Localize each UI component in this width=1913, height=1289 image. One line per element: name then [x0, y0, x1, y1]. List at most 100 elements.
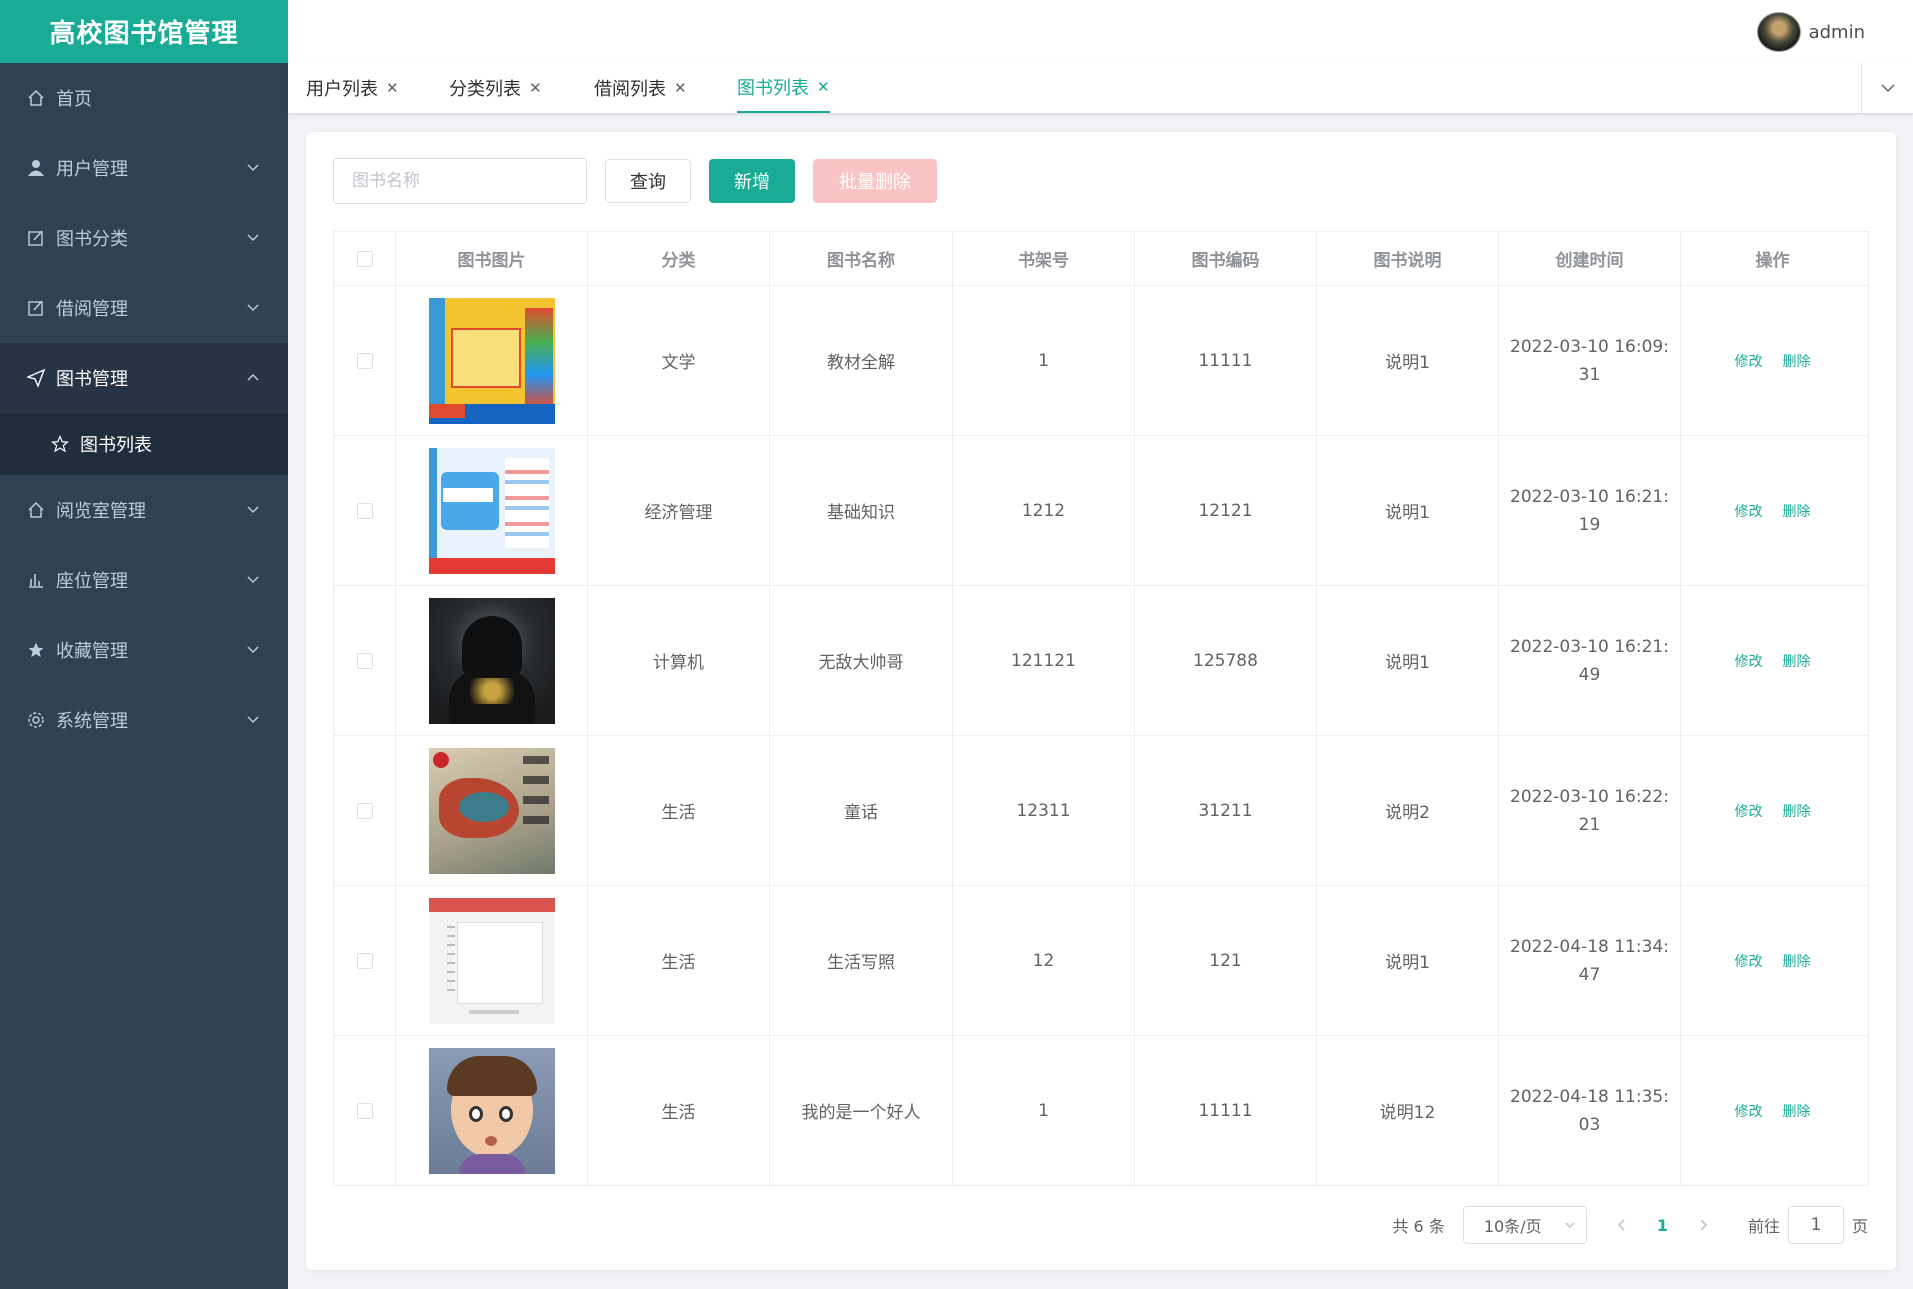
sidebar-item-home[interactable]: 首页 [0, 63, 288, 133]
table-row: 计算机 无敌大帅哥 121121 125788 说明1 2022-03-10 1… [334, 586, 1868, 736]
table-row: 生活 童话 12311 31211 说明2 2022-03-10 16:22:2… [334, 736, 1868, 886]
tab-category-list[interactable]: 分类列表 ✕ [449, 63, 542, 113]
avatar[interactable] [1756, 12, 1801, 52]
category-cell: 计算机 [588, 586, 770, 735]
sidebar-item-reading-room[interactable]: 阅览室管理 [0, 475, 288, 545]
delete-link[interactable]: 删除 [1783, 351, 1811, 371]
delete-link[interactable]: 删除 [1783, 951, 1811, 971]
delete-link[interactable]: 删除 [1783, 501, 1811, 521]
book-cover-image[interactable] [428, 297, 555, 424]
book-cover-image[interactable] [428, 747, 555, 874]
sidebar-item-borrow[interactable]: 借阅管理 [0, 273, 288, 343]
created-time: 2022-03-10 16:21:49 [1510, 636, 1669, 685]
page-size-select[interactable]: 10条/页 [1462, 1206, 1587, 1244]
sidebar-item-book-category[interactable]: 图书分类 [0, 203, 288, 273]
edit-link[interactable]: 修改 [1735, 351, 1763, 371]
select-cell [334, 586, 396, 735]
sidebar-item-seats[interactable]: 座位管理 [0, 545, 288, 615]
book-cover-image[interactable] [428, 1047, 555, 1174]
category-cell: 生活 [588, 1036, 770, 1185]
actions-cell: 修改 删除 [1681, 1036, 1864, 1185]
batch-delete-button[interactable]: 批量删除 [813, 159, 937, 203]
book-cover-image[interactable] [428, 897, 555, 1024]
sidebar-item-favorites[interactable]: 收藏管理 [0, 615, 288, 685]
created-time: 2022-03-10 16:21:19 [1510, 486, 1669, 535]
delete-link[interactable]: 删除 [1783, 801, 1811, 821]
book-cover-image[interactable] [428, 447, 555, 574]
delete-link[interactable]: 删除 [1783, 651, 1811, 671]
edit-link[interactable]: 修改 [1735, 651, 1763, 671]
close-icon[interactable]: ✕ [386, 79, 399, 97]
table-row: 生活 我的是一个好人 1 11111 说明12 2022-04-18 11:35… [334, 1036, 1868, 1186]
tab-book-list[interactable]: 图书列表 ✕ [737, 63, 830, 113]
sidebar-subitem-book-list[interactable]: 图书列表 [0, 413, 288, 475]
sidebar-item-label: 系统管理 [56, 711, 128, 732]
code-cell: 121 [1135, 886, 1317, 1035]
add-button[interactable]: 新增 [709, 159, 795, 203]
tab-user-list[interactable]: 用户列表 ✕ [306, 63, 399, 113]
book-cover-image[interactable] [428, 597, 555, 724]
tab-borrow-list[interactable]: 借阅列表 ✕ [594, 63, 687, 113]
tabs-dropdown-button[interactable] [1861, 63, 1913, 113]
book-name-cell: 无敌大帅哥 [770, 586, 953, 735]
user-icon [26, 158, 46, 178]
sidebar-subitem-label: 图书列表 [80, 435, 152, 456]
edit-link[interactable]: 修改 [1735, 501, 1763, 521]
row-checkbox[interactable] [356, 1102, 373, 1119]
header-cell: 图书图片 [396, 232, 588, 285]
sidebar-item-system[interactable]: 系统管理 [0, 685, 288, 755]
edit-link[interactable]: 修改 [1735, 1101, 1763, 1121]
category-cell: 经济管理 [588, 436, 770, 585]
sidebar-item-label: 图书分类 [56, 229, 128, 250]
code-cell: 31211 [1135, 736, 1317, 885]
code-cell: 125788 [1135, 586, 1317, 735]
created-time: 2022-04-18 11:34:47 [1510, 936, 1669, 985]
goto-page-input[interactable] [1787, 1206, 1844, 1244]
chevron-down-icon [1880, 84, 1895, 93]
query-button[interactable]: 查询 [605, 159, 691, 203]
search-input[interactable] [333, 158, 587, 204]
chevron-down-icon [247, 506, 259, 514]
page-number-current[interactable]: 1 [1657, 1216, 1668, 1235]
star-icon [26, 640, 46, 660]
close-icon[interactable]: ✕ [529, 79, 542, 97]
close-icon[interactable]: ✕ [674, 79, 687, 97]
chevron-left-icon [1617, 1219, 1625, 1231]
chart-icon [26, 570, 46, 590]
tags-view: 用户列表 ✕ 分类列表 ✕ 借阅列表 ✕ 图书列表 ✕ [288, 63, 1913, 114]
image-cell [396, 436, 588, 585]
chevron-down-icon [247, 716, 259, 724]
actions-cell: 修改 删除 [1681, 286, 1864, 435]
sidebar-item-users[interactable]: 用户管理 [0, 133, 288, 203]
send-icon [26, 368, 46, 388]
delete-link[interactable]: 删除 [1783, 1101, 1811, 1121]
row-checkbox[interactable] [356, 652, 373, 669]
edit-link[interactable]: 修改 [1735, 951, 1763, 971]
desc-cell: 说明12 [1317, 1036, 1499, 1185]
created-time-cell: 2022-04-18 11:34:47 [1499, 886, 1681, 1035]
tab-label: 图书列表 [737, 78, 809, 99]
edit-link[interactable]: 修改 [1735, 801, 1763, 821]
header-select-cell [334, 232, 396, 285]
next-page-button[interactable] [1688, 1218, 1718, 1232]
table-row: 生活 生活写照 12 121 说明1 2022-04-18 11:34:47 修… [334, 886, 1868, 1036]
app-title: 高校图书馆管理 [0, 0, 288, 63]
row-checkbox[interactable] [356, 952, 373, 969]
chevron-down-icon [247, 234, 259, 242]
row-checkbox[interactable] [356, 352, 373, 369]
actions-cell: 修改 删除 [1681, 436, 1864, 585]
desc-cell: 说明1 [1317, 436, 1499, 585]
desc-cell: 说明1 [1317, 286, 1499, 435]
row-checkbox[interactable] [356, 802, 373, 819]
close-icon[interactable]: ✕ [817, 78, 830, 96]
sidebar-item-books[interactable]: 图书管理 [0, 343, 288, 413]
row-checkbox[interactable] [356, 502, 373, 519]
user-menu[interactable]: admin [1756, 12, 1865, 52]
table-header: 图书图片 分类 图书名称 书架号 图书编码 图书说明 创建时间 操作 [334, 232, 1868, 286]
shelf-cell: 1 [953, 1036, 1135, 1185]
shelf-cell: 1 [953, 286, 1135, 435]
book-name-cell: 我的是一个好人 [770, 1036, 953, 1185]
prev-page-button[interactable] [1607, 1218, 1637, 1232]
select-all-checkbox[interactable] [356, 250, 373, 267]
created-time-cell: 2022-03-10 16:21:19 [1499, 436, 1681, 585]
